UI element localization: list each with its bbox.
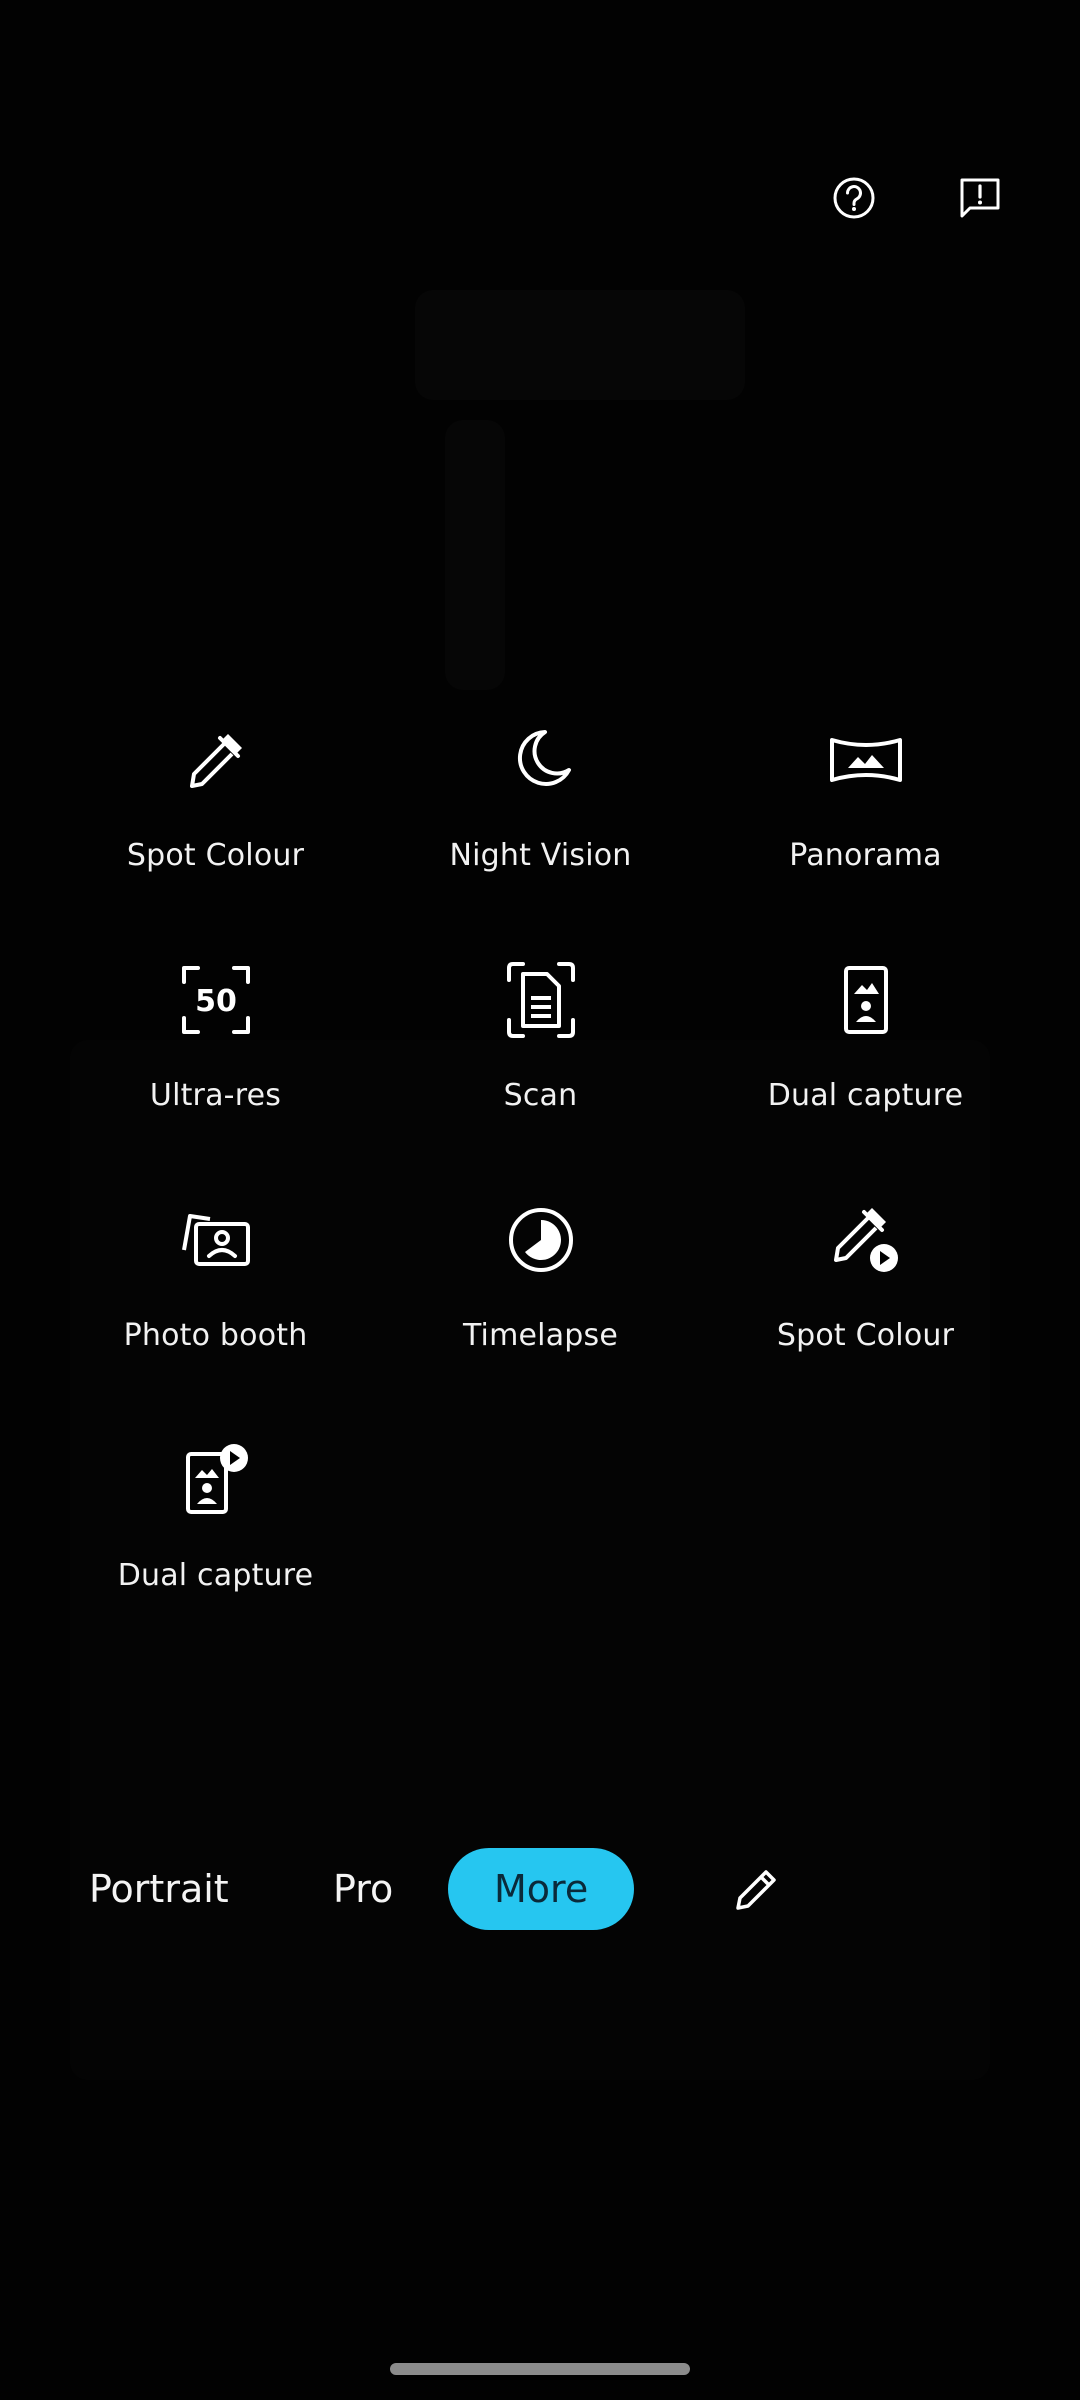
tab-portrait[interactable]: Portrait [89,1848,229,1930]
mode-label: Photo booth [123,1318,308,1353]
mode-dual-capture[interactable]: Dual capture [703,958,1028,1198]
svg-text:50: 50 [195,984,237,1019]
tab-more[interactable]: More [448,1848,635,1930]
mode-panorama[interactable]: Panorama [703,718,1028,958]
mode-label: Dual capture [767,1078,964,1113]
mode-label: Ultra-res [149,1078,282,1113]
camera-more-modes-screen: Spot Colour Night Vision Panorama 50 Ult… [0,0,1080,2400]
mode-switcher: Portrait Pro More [0,1848,1080,1932]
timelapse-icon [508,1208,573,1272]
feedback-icon [960,178,1000,218]
pencil-icon [736,1870,776,1910]
mode-spot-colour-video[interactable]: Spot Colour [703,1198,1028,1438]
mode-label: Spot Colour [126,838,305,873]
mode-label: Timelapse [462,1318,619,1353]
panorama-icon [829,738,902,782]
mode-scan[interactable]: Scan [378,958,703,1198]
mode-night-vision[interactable]: Night Vision [378,718,703,958]
tab-pro[interactable]: Pro [333,1848,393,1930]
home-indicator[interactable] [390,2363,690,2375]
mode-label: Panorama [789,838,942,873]
mode-photo-booth[interactable]: Photo booth [53,1198,378,1438]
top-actions [826,170,1008,226]
dual-capture-icon [843,966,888,1034]
help-circle-icon [833,177,875,219]
mode-label: Dual capture [117,1558,314,1593]
document-scan-icon [506,962,575,1038]
mode-label: Night Vision [449,838,632,873]
dual-capture-video-icon [185,1444,248,1514]
preview-shape [445,420,505,690]
mode-spot-colour[interactable]: Spot Colour [53,718,378,958]
photo-booth-icon [181,1214,250,1266]
eyedropper-icon [189,734,242,788]
edit-modes-button[interactable] [726,1860,786,1920]
mode-dual-capture-video[interactable]: Dual capture [53,1438,378,1678]
preview-shape [415,290,745,400]
eyedropper-video-icon [833,1208,898,1272]
feedback-button[interactable] [952,170,1008,226]
moon-icon [517,730,571,786]
mode-timelapse[interactable]: Timelapse [378,1198,703,1438]
ultra-res-50-icon: 50 [181,966,250,1034]
mode-label: Scan [503,1078,578,1113]
mode-grid: Spot Colour Night Vision Panorama 50 Ult… [0,718,1080,1678]
help-button[interactable] [826,170,882,226]
mode-label: Spot Colour [776,1318,955,1353]
mode-ultra-res[interactable]: 50 Ultra-res [53,958,378,1198]
